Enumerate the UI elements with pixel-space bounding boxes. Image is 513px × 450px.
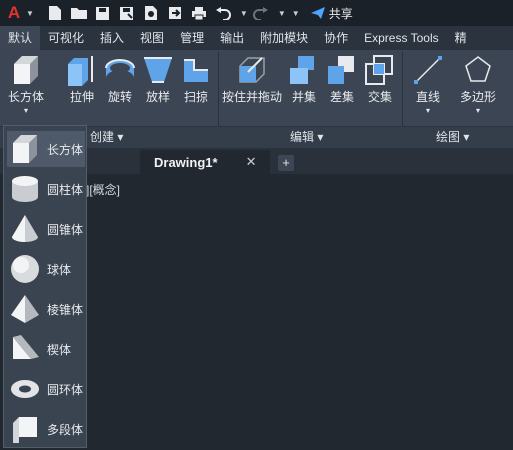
panel-create-title[interactable]: 创建 ▾: [90, 128, 123, 145]
tab-manage[interactable]: 管理: [172, 26, 212, 50]
box-caret-icon[interactable]: ▾: [24, 104, 28, 118]
union-label: 并集: [291, 90, 316, 104]
panel-edit-title[interactable]: 编辑 ▾: [290, 128, 323, 145]
close-icon[interactable]: ✕: [246, 154, 257, 170]
polygon-icon: [465, 56, 491, 82]
customize-qat-icon[interactable]: ▼: [292, 9, 300, 18]
revolve-icon: [105, 59, 135, 78]
dropdown-item-label: 球体: [47, 262, 72, 277]
dropdown-item-label: 楔体: [47, 342, 72, 357]
presspull-button[interactable]: 按住并拖动: [222, 54, 282, 104]
ribbon-tabs: 默认 可视化 插入 视图 管理 输出 附加模块 协作 Express Tools…: [0, 26, 513, 50]
undo-caret-icon[interactable]: ▼: [240, 9, 248, 18]
app-menu-caret-icon[interactable]: ▼: [26, 9, 34, 18]
tab-view[interactable]: 视图: [132, 26, 172, 50]
tab-default[interactable]: 默认: [0, 26, 41, 50]
tab-visualize[interactable]: 可视化: [40, 26, 92, 50]
union-button[interactable]: 并集: [288, 54, 320, 104]
tab-express-tools[interactable]: Express Tools: [356, 26, 446, 50]
undo-icon[interactable]: [214, 4, 232, 22]
dropdown-item-cone[interactable]: 圆锥体: [7, 211, 85, 247]
tab-insert[interactable]: 插入: [92, 26, 132, 50]
redo-caret-icon[interactable]: ▼: [278, 9, 286, 18]
wedge-icon: [13, 335, 39, 359]
line-icon: [414, 56, 442, 84]
open-folder-icon[interactable]: [70, 4, 88, 22]
document-tab[interactable]: Drawing1* ✕: [140, 150, 270, 174]
box-icon: [14, 56, 38, 84]
intersect-button[interactable]: 交集: [364, 54, 396, 104]
presspull-icon: [239, 57, 265, 83]
solid-primitives-dropdown: 长方体 圆柱体 圆锥体 球体 棱锥体 楔体 圆环体 多段体: [3, 125, 87, 448]
dropdown-item-sphere[interactable]: 球体: [7, 251, 85, 287]
dropdown-item-label: 棱锥体: [47, 302, 84, 317]
loft-icon: [144, 57, 172, 83]
plot-to-web-icon[interactable]: [142, 4, 160, 22]
share-icon: [310, 7, 325, 19]
dropdown-item-label: 圆环体: [47, 382, 84, 397]
subtract-button[interactable]: 差集: [326, 54, 358, 104]
new-file-icon[interactable]: [46, 4, 64, 22]
torus-icon: [11, 380, 39, 398]
dropdown-item-torus[interactable]: 圆环体: [7, 371, 85, 407]
cone-icon: [12, 215, 38, 242]
revolve-label: 旋转: [107, 90, 132, 104]
union-icon: [290, 56, 314, 84]
box-icon: [13, 135, 37, 163]
subtract-icon: [328, 56, 354, 84]
print-icon[interactable]: [190, 4, 208, 22]
cylinder-icon: [12, 176, 38, 202]
dropdown-item-label: 多段体: [47, 422, 84, 437]
sweep-icon: [184, 59, 208, 82]
export-icon[interactable]: [166, 4, 184, 22]
subtract-label: 差集: [329, 90, 354, 104]
dropdown-item-wedge[interactable]: 楔体: [7, 331, 85, 367]
tab-featured[interactable]: 精: [447, 26, 475, 50]
tab-collaborate[interactable]: 协作: [316, 26, 356, 50]
save-as-icon[interactable]: [118, 4, 136, 22]
line-label: 直线: [415, 90, 440, 104]
dropdown-item-label: 圆柱体: [47, 182, 84, 197]
box-button[interactable]: 长方体 ▾: [8, 54, 44, 118]
extrude-label: 拉伸: [69, 90, 94, 104]
new-tab-button[interactable]: +: [278, 155, 294, 171]
sweep-label: 扫掠: [183, 90, 208, 104]
revolve-button[interactable]: 旋转: [104, 54, 136, 104]
line-caret-icon[interactable]: ▾: [426, 104, 430, 118]
dropdown-item-pyramid[interactable]: 棱锥体: [7, 291, 85, 327]
dropdown-item-label: 长方体: [47, 142, 84, 157]
quick-access-toolbar: A ▼ ▼ ▼ ▼ 共享: [0, 0, 513, 26]
polygon-button[interactable]: 多边形 ▾: [460, 54, 496, 118]
app-logo-icon[interactable]: A: [4, 3, 24, 23]
viewport-visual-style-label[interactable]: ][概念]: [86, 181, 120, 198]
redo-icon[interactable]: [252, 4, 270, 22]
sphere-icon: [11, 255, 39, 283]
extrude-button[interactable]: 拉伸: [66, 54, 98, 104]
document-title: Drawing1*: [154, 154, 218, 170]
save-icon[interactable]: [94, 4, 112, 22]
dropdown-item-box[interactable]: 长方体: [7, 131, 85, 167]
dropdown-item-cylinder[interactable]: 圆柱体: [7, 171, 85, 207]
dropdown-item-label: 圆锥体: [47, 222, 84, 237]
tab-output[interactable]: 输出: [212, 26, 252, 50]
sweep-button[interactable]: 扫掠: [180, 54, 212, 104]
pyramid-icon: [11, 295, 39, 323]
share-button[interactable]: 共享: [310, 5, 353, 22]
share-label: 共享: [328, 6, 353, 21]
polygon-label: 多边形: [460, 90, 497, 104]
loft-label: 放样: [145, 90, 170, 104]
loft-button[interactable]: 放样: [142, 54, 174, 104]
polysolid-icon: [13, 417, 37, 443]
extrude-icon: [68, 56, 93, 86]
panel-draw-title[interactable]: 绘图 ▾: [436, 128, 469, 145]
intersect-icon: [365, 55, 393, 85]
line-button[interactable]: 直线 ▾: [412, 54, 444, 118]
box-label: 长方体: [8, 90, 45, 104]
tab-addins[interactable]: 附加模块: [252, 26, 316, 50]
presspull-label: 按住并拖动: [222, 90, 283, 104]
polygon-caret-icon[interactable]: ▾: [476, 104, 480, 118]
dropdown-item-polysolid[interactable]: 多段体: [7, 411, 85, 447]
intersect-label: 交集: [367, 90, 392, 104]
